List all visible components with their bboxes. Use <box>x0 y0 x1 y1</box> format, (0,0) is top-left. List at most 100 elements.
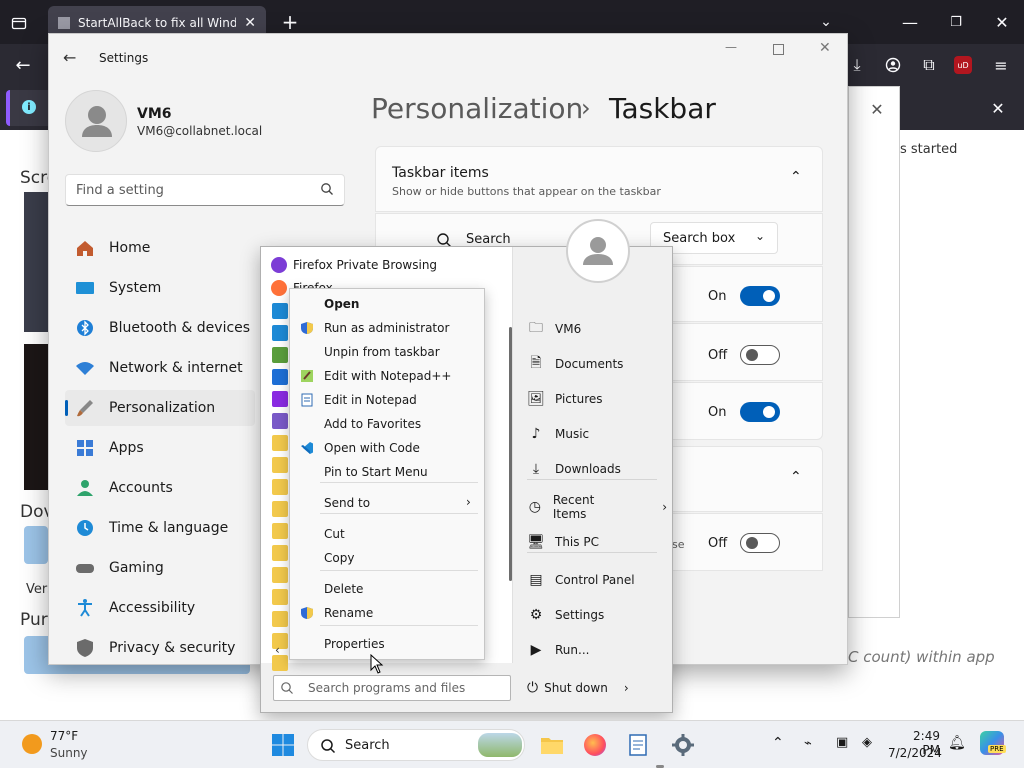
display-icon[interactable]: ▣ <box>836 735 848 750</box>
context-menu-send-to[interactable]: Send to › <box>290 491 486 515</box>
settings-maximize-icon[interactable] <box>773 44 784 55</box>
context-menu-edit-with-notepad[interactable]: Edit with Notepad++ <box>290 364 486 388</box>
webpage-button-1[interactable] <box>24 526 48 564</box>
taskbar-items-header[interactable]: Taskbar items Show or hide buttons that … <box>375 146 823 212</box>
folder-icon[interactable] <box>272 589 288 605</box>
context-menu-unpin-from-taskbar[interactable]: Unpin from taskbar <box>290 340 486 364</box>
new-tab-icon[interactable]: + <box>280 10 300 34</box>
tab-list-chevron-icon[interactable]: ⌄ <box>816 12 836 32</box>
back-arrow-icon[interactable]: ← <box>12 54 34 76</box>
ublock-origin-icon[interactable]: uD <box>954 56 972 74</box>
weather-desc[interactable]: Sunny <box>50 746 88 760</box>
dialog-close-icon[interactable]: ✕ <box>867 99 887 119</box>
notification-bell-icon[interactable]: 🔔︎ <box>948 735 966 751</box>
context-menu-cut[interactable]: Cut <box>290 522 486 546</box>
folder-icon[interactable] <box>272 611 288 627</box>
nav-item-gaming[interactable]: Gaming <box>65 550 255 586</box>
close-tab-icon[interactable]: ✕ <box>244 15 256 31</box>
close-notification-icon[interactable]: ✕ <box>988 98 1008 118</box>
nav-item-apps[interactable]: Apps <box>65 430 255 466</box>
nav-item-system[interactable]: System <box>65 270 255 306</box>
nav-item-accounts[interactable]: Accounts <box>65 470 255 506</box>
context-menu-delete[interactable]: Delete <box>290 577 486 601</box>
shutdown-button[interactable]: ⏻ Shut down › <box>527 677 629 699</box>
collapse-chevron-icon[interactable]: ⌃ <box>790 169 802 185</box>
minimize-icon[interactable]: — <box>900 12 920 32</box>
pinned-firefox-private[interactable]: Firefox Private Browsing <box>271 257 437 273</box>
download-icon[interactable]: ⤓ <box>846 54 868 76</box>
folder-icon[interactable] <box>272 545 288 561</box>
weather-sun-icon[interactable] <box>22 734 42 754</box>
program-app-icon[interactable] <box>272 413 288 429</box>
settings-back-icon[interactable]: ← <box>63 48 76 67</box>
start-link-control-panel[interactable]: ▤ Control Panel <box>527 566 667 594</box>
collapse-chevron-icon-2[interactable]: ⌃ <box>790 469 802 485</box>
startmenu-user-avatar[interactable] <box>566 219 630 283</box>
start-link-run[interactable]: ▶ Run... <box>527 636 667 664</box>
settings-taskbar-button[interactable] <box>667 729 699 761</box>
volume-icon[interactable]: ◈ <box>862 735 872 750</box>
context-menu-edit-in-notepad[interactable]: Edit in Notepad <box>290 388 486 412</box>
breadcrumb-parent[interactable]: Personalization <box>371 92 583 125</box>
clock-date[interactable]: 7/2/2024 <box>888 746 942 760</box>
start-link-pictures[interactable]: 🖼 Pictures <box>527 385 667 413</box>
context-menu-add-to-favorites[interactable]: Add to Favorites <box>290 412 486 436</box>
close-window-icon[interactable]: ✕ <box>992 12 1012 32</box>
nav-item-home[interactable]: Home <box>65 230 255 266</box>
toggle-1[interactable] <box>740 286 780 306</box>
folder-icon[interactable] <box>272 501 288 517</box>
account-icon[interactable] <box>882 54 904 76</box>
program-app-icon[interactable] <box>272 347 288 363</box>
tab-overview-icon[interactable] <box>8 12 30 34</box>
extensions-icon[interactable]: ⧉ <box>918 54 940 76</box>
show-hidden-icons-chevron[interactable]: ⌃ <box>772 735 784 751</box>
nav-item-time-language[interactable]: Time & language <box>65 510 255 546</box>
weather-temp[interactable]: 77°F <box>50 729 78 743</box>
context-menu-run-as-administrator[interactable]: Run as administrator <box>290 316 486 340</box>
copilot-icon[interactable]: PRE <box>980 731 1006 755</box>
settings-close-icon[interactable]: ✕ <box>819 40 831 56</box>
folder-icon[interactable] <box>272 567 288 583</box>
folder-icon[interactable] <box>272 457 288 473</box>
context-menu-pin-to-start-menu[interactable]: Pin to Start Menu <box>290 460 486 484</box>
toggle-3[interactable] <box>740 402 780 422</box>
menu-icon[interactable]: ≡ <box>990 54 1012 76</box>
context-menu-rename[interactable]: Rename <box>290 601 486 625</box>
nav-item-bluetooth-devices[interactable]: Bluetooth & devices <box>65 310 255 346</box>
nav-item-privacy-security[interactable]: Privacy & security <box>65 630 255 666</box>
nav-item-accessibility[interactable]: Accessibility <box>65 590 255 626</box>
settings-minimize-icon[interactable]: — <box>725 40 737 54</box>
toggle-4[interactable] <box>740 533 780 553</box>
folder-icon[interactable] <box>272 479 288 495</box>
context-menu-copy[interactable]: Copy <box>290 546 486 570</box>
program-app-icon[interactable] <box>272 303 288 319</box>
firefox-taskbar-button[interactable] <box>579 729 611 761</box>
taskbar-search-box[interactable]: Search <box>307 729 525 761</box>
program-app-icon[interactable] <box>272 391 288 407</box>
start-search-input[interactable]: Search programs and files <box>273 675 511 701</box>
settings-search-input[interactable]: Find a setting <box>65 174 345 206</box>
programs-back-icon[interactable]: ‹ <box>275 643 280 657</box>
nav-item-personalization[interactable]: Personalization <box>65 390 255 426</box>
shutdown-options-chevron-icon[interactable]: › <box>624 681 629 695</box>
nav-item-network-internet[interactable]: Network & internet <box>65 350 255 386</box>
context-menu-open-with-code[interactable]: Open with Code <box>290 436 486 460</box>
context-menu-open[interactable]: Open <box>290 292 486 316</box>
network-icon[interactable]: ⌁ <box>804 736 812 751</box>
toggle-2[interactable] <box>740 345 780 365</box>
start-link-music[interactable]: ♪ Music <box>527 420 667 448</box>
folder-icon[interactable] <box>272 655 288 671</box>
start-link-vm6[interactable]: 🗀 VM6 <box>527 315 667 343</box>
start-button[interactable] <box>267 729 299 761</box>
programs-scrollbar[interactable] <box>509 327 512 581</box>
file-explorer-button[interactable] <box>536 729 568 761</box>
notepad-taskbar-button[interactable] <box>622 729 654 761</box>
start-link-recent-items[interactable]: ◷ Recent Items › <box>527 493 667 521</box>
context-menu-properties[interactable]: Properties <box>290 632 486 656</box>
restore-icon[interactable]: ❐ <box>946 12 966 32</box>
folder-icon[interactable] <box>272 523 288 539</box>
program-app-icon[interactable] <box>272 369 288 385</box>
program-app-icon[interactable] <box>272 325 288 341</box>
folder-icon[interactable] <box>272 435 288 451</box>
start-link-settings[interactable]: ⚙ Settings <box>527 601 667 629</box>
